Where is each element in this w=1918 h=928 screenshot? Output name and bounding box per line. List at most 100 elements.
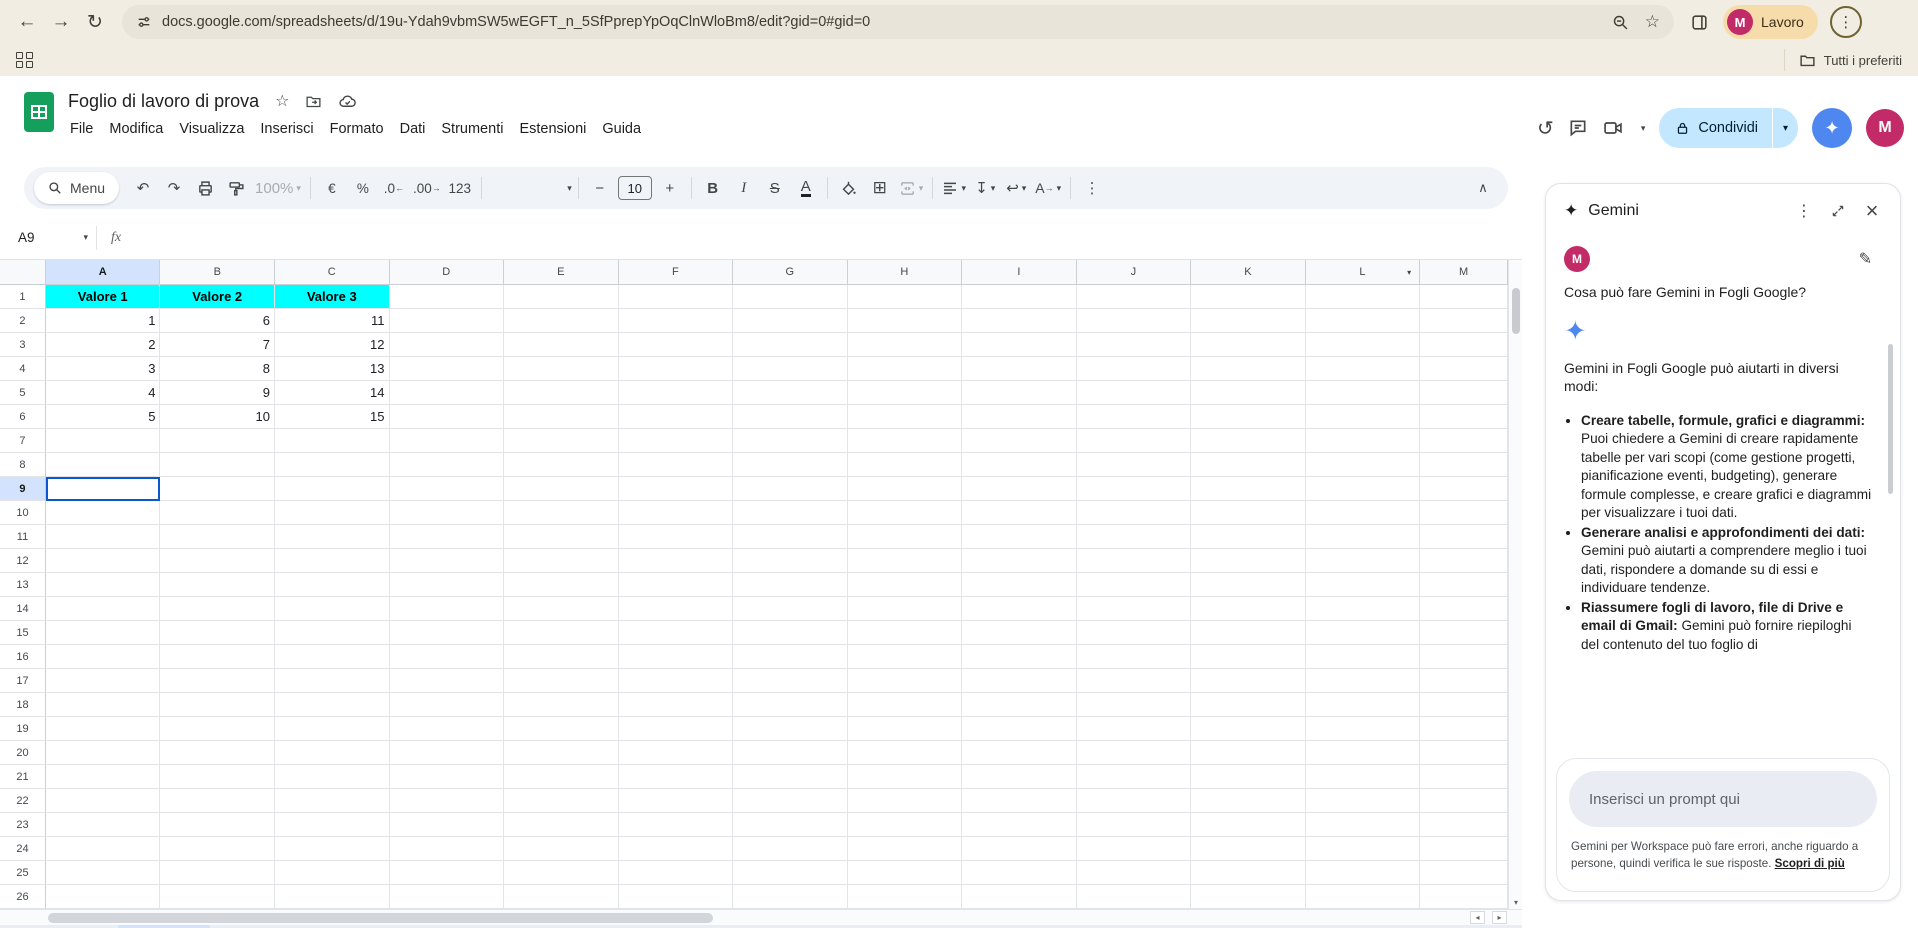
sheets-logo-icon[interactable] [24, 92, 54, 132]
cell-D4[interactable] [390, 357, 505, 381]
cell-M16[interactable] [1420, 645, 1508, 669]
column-header-B[interactable]: B [160, 260, 275, 285]
version-history-icon[interactable]: ↺ [1537, 116, 1554, 141]
cell-G9[interactable] [733, 477, 848, 501]
cell-J15[interactable] [1077, 621, 1192, 645]
column-header-H[interactable]: H [848, 260, 963, 285]
cell-B8[interactable] [160, 453, 275, 477]
cell-L6[interactable] [1306, 405, 1421, 429]
cell-B6[interactable]: 10 [160, 405, 275, 429]
cell-C15[interactable] [275, 621, 390, 645]
cell-H3[interactable] [848, 333, 963, 357]
cell-I26[interactable] [962, 885, 1077, 909]
cell-G20[interactable] [733, 741, 848, 765]
cell-M20[interactable] [1420, 741, 1508, 765]
cell-K21[interactable] [1191, 765, 1306, 789]
cell-C26[interactable] [275, 885, 390, 909]
scroll-left-icon[interactable]: ◂ [1470, 911, 1485, 924]
cell-M12[interactable] [1420, 549, 1508, 573]
cell-I15[interactable] [962, 621, 1077, 645]
cell-J18[interactable] [1077, 693, 1192, 717]
cell-F2[interactable] [619, 309, 734, 333]
column-header-F[interactable]: F [619, 260, 734, 285]
name-box[interactable]: A9 ▾ [0, 230, 96, 245]
cell-L26[interactable] [1306, 885, 1421, 909]
cell-K20[interactable] [1191, 741, 1306, 765]
cell-L10[interactable] [1306, 501, 1421, 525]
row-header-23[interactable]: 23 [0, 813, 46, 837]
cell-I7[interactable] [962, 429, 1077, 453]
scroll-right-icon[interactable]: ▸ [1492, 911, 1507, 924]
cell-A13[interactable] [46, 573, 161, 597]
cell-F20[interactable] [619, 741, 734, 765]
cell-J22[interactable] [1077, 789, 1192, 813]
cell-F25[interactable] [619, 861, 734, 885]
select-all-corner[interactable] [0, 260, 46, 285]
menu-file[interactable]: File [62, 118, 101, 140]
cell-G26[interactable] [733, 885, 848, 909]
cell-K9[interactable] [1191, 477, 1306, 501]
horizontal-scrollbar[interactable]: ◂ ▸ [0, 909, 1522, 925]
cell-M21[interactable] [1420, 765, 1508, 789]
cell-J8[interactable] [1077, 453, 1192, 477]
cell-F18[interactable] [619, 693, 734, 717]
cell-L25[interactable] [1306, 861, 1421, 885]
cell-D19[interactable] [390, 717, 505, 741]
cell-I6[interactable] [962, 405, 1077, 429]
cell-F3[interactable] [619, 333, 734, 357]
cell-F1[interactable] [619, 285, 734, 309]
cell-G18[interactable] [733, 693, 848, 717]
row-header-10[interactable]: 10 [0, 501, 46, 525]
cell-C7[interactable] [275, 429, 390, 453]
cell-L17[interactable] [1306, 669, 1421, 693]
cell-D5[interactable] [390, 381, 505, 405]
row-header-21[interactable]: 21 [0, 765, 46, 789]
cell-I19[interactable] [962, 717, 1077, 741]
row-header-8[interactable]: 8 [0, 453, 46, 477]
cell-D20[interactable] [390, 741, 505, 765]
format-currency-button[interactable]: € [317, 173, 347, 203]
increase-decimals-button[interactable]: .00→ [410, 173, 444, 203]
column-header-G[interactable]: G [733, 260, 848, 285]
cell-D12[interactable] [390, 549, 505, 573]
cell-H8[interactable] [848, 453, 963, 477]
row-header-26[interactable]: 26 [0, 885, 46, 909]
cell-G6[interactable] [733, 405, 848, 429]
name-box-caret-icon[interactable]: ▾ [83, 232, 88, 243]
panel-scrollbar-thumb[interactable] [1888, 344, 1893, 494]
cell-B15[interactable] [160, 621, 275, 645]
cell-M1[interactable] [1420, 285, 1508, 309]
cell-B4[interactable]: 8 [160, 357, 275, 381]
cell-J2[interactable] [1077, 309, 1192, 333]
column-header-J[interactable]: J [1077, 260, 1192, 285]
column-dropdown-icon[interactable]: ▾ [1407, 268, 1411, 277]
cell-H7[interactable] [848, 429, 963, 453]
cell-G14[interactable] [733, 597, 848, 621]
cell-K26[interactable] [1191, 885, 1306, 909]
cell-B19[interactable] [160, 717, 275, 741]
cell-D23[interactable] [390, 813, 505, 837]
site-info-icon[interactable] [136, 14, 152, 30]
share-button[interactable]: Condividi ▾ [1659, 108, 1798, 148]
row-header-14[interactable]: 14 [0, 597, 46, 621]
cell-J26[interactable] [1077, 885, 1192, 909]
cell-L15[interactable] [1306, 621, 1421, 645]
cell-H4[interactable] [848, 357, 963, 381]
row-header-9[interactable]: 9 [0, 477, 46, 501]
cell-B7[interactable] [160, 429, 275, 453]
horizontal-scrollbar-thumb[interactable] [48, 913, 713, 923]
print-icon[interactable] [190, 173, 220, 203]
cell-K18[interactable] [1191, 693, 1306, 717]
more-formats-button[interactable]: 123 [445, 173, 475, 203]
row-header-13[interactable]: 13 [0, 573, 46, 597]
row-header-25[interactable]: 25 [0, 861, 46, 885]
row-header-22[interactable]: 22 [0, 789, 46, 813]
cell-H6[interactable] [848, 405, 963, 429]
cell-I17[interactable] [962, 669, 1077, 693]
cell-A18[interactable] [46, 693, 161, 717]
column-header-D[interactable]: D [390, 260, 505, 285]
cell-E12[interactable] [504, 549, 619, 573]
cell-J13[interactable] [1077, 573, 1192, 597]
text-rotation-icon[interactable]: A→▾ [1032, 173, 1064, 203]
cell-H24[interactable] [848, 837, 963, 861]
